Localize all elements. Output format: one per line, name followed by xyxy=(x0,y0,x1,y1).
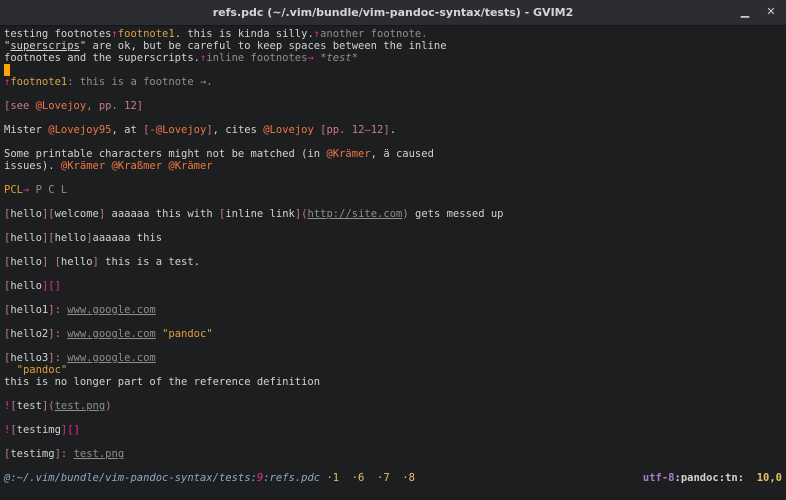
link: www.google.com xyxy=(67,328,156,340)
status-fileinfo: utf-8:pandoc:tn: 10,0 xyxy=(642,472,782,484)
buffer-line: [hello][hello]aaaaaa this xyxy=(4,232,163,244)
link: test.png xyxy=(54,400,106,412)
gvim-window: refs.pdc (~/.vim/bundle/vim-pandoc-synta… xyxy=(0,0,786,500)
buffer-line: [hello][] xyxy=(4,280,61,292)
minimize-icon[interactable]: ▁ xyxy=(738,5,752,19)
buffer-line: [see @Lovejoy, pp. 12] xyxy=(4,100,144,112)
text-editor-area[interactable]: testing footnotes↑footnote1. this is kin… xyxy=(0,26,786,466)
text-cursor xyxy=(4,64,10,76)
buffer-line: [hello][welcome] aaaaaa this with [inlin… xyxy=(4,208,504,220)
buffer-line: Mister @Lovejoy95, at [-@Lovejoy], cites… xyxy=(4,124,397,136)
buffer-line: this is no longer part of the reference … xyxy=(4,376,321,388)
buffer-line: "pandoc" xyxy=(4,364,68,376)
link: test.png xyxy=(73,448,125,460)
status-path: @:~/.vim/bundle/vim-pandoc-syntax/tests:… xyxy=(4,472,415,484)
buffer-line: issues). @Krämer @Kraßmer @Krämer xyxy=(4,160,213,172)
status-line: @:~/.vim/bundle/vim-pandoc-syntax/tests:… xyxy=(0,470,786,486)
buffer-line: ![test](test.png) xyxy=(4,400,112,412)
buffer-line: [hello3]: www.google.com xyxy=(4,352,156,364)
link: www.google.com xyxy=(67,352,156,364)
buffer-line: [testimg]: test.png xyxy=(4,448,125,460)
window-title: refs.pdc (~/.vim/bundle/vim-pandoc-synta… xyxy=(212,6,574,19)
buffer-line: Some printable characters might not be m… xyxy=(4,148,434,160)
buffer-line: [hello2]: www.google.com "pandoc" xyxy=(4,328,213,340)
title-bar[interactable]: refs.pdc (~/.vim/bundle/vim-pandoc-synta… xyxy=(0,0,786,26)
link: www.google.com xyxy=(67,304,156,316)
buffer-line: ![testimg][] xyxy=(4,424,80,436)
buffer-line: ↑footnote1: this is a footnote →. xyxy=(4,76,213,88)
buffer-line: footnotes and the superscripts.↑inline f… xyxy=(4,52,359,64)
close-icon[interactable]: ✕ xyxy=(764,5,778,19)
buffer-line: [hello1]: www.google.com xyxy=(4,304,156,316)
buffer-line: "superscrips" are ok, but be careful to … xyxy=(4,40,447,52)
link: http://site.com xyxy=(307,208,403,220)
buffer-line: [hello] [hello] this is a test. xyxy=(4,256,201,268)
buffer-line: PCL→ P C L xyxy=(4,184,68,196)
buffer-line: testing footnotes↑footnote1. this is kin… xyxy=(4,28,428,40)
